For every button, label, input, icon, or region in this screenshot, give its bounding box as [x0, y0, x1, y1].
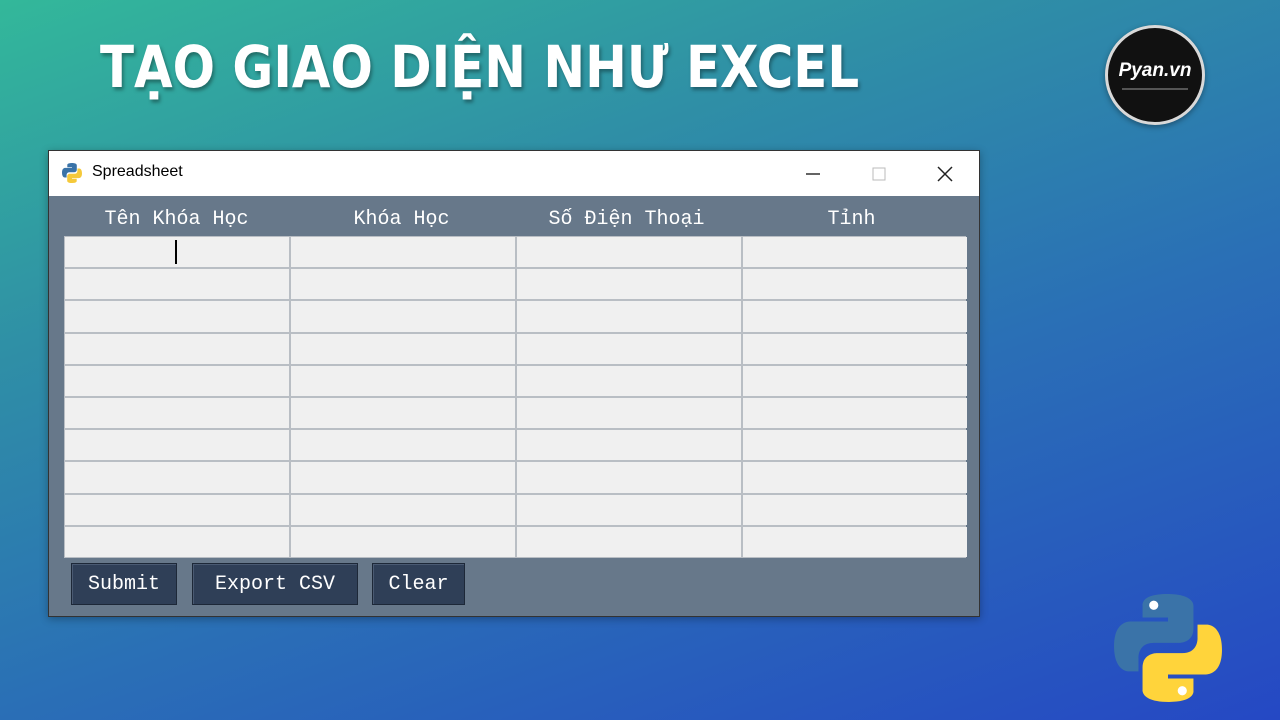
cell-r10-ten-khoa-hoc[interactable]	[65, 526, 289, 557]
spreadsheet-grid	[64, 236, 967, 558]
python-logo-icon	[1114, 594, 1222, 702]
cell-r3-ten-khoa-hoc[interactable]	[65, 301, 289, 332]
cell-r8-so-dien-thoai[interactable]	[517, 462, 741, 493]
cell-r8-khoa-hoc[interactable]	[291, 462, 515, 493]
cell-r8-tinh[interactable]	[743, 462, 967, 493]
pyan-logo: Pyan.vn	[1105, 25, 1205, 125]
cell-r4-khoa-hoc[interactable]	[291, 333, 515, 364]
export-csv-button[interactable]: Export CSV	[192, 563, 358, 605]
cell-r10-so-dien-thoai[interactable]	[517, 526, 741, 557]
cell-r10-tinh[interactable]	[743, 526, 967, 557]
cell-r2-ten-khoa-hoc[interactable]	[65, 269, 289, 300]
minimize-button[interactable]	[790, 151, 836, 196]
logo-text: Pyan.vn	[1118, 60, 1192, 81]
column-header-tinh: Tỉnh	[827, 208, 876, 231]
cell-r9-tinh[interactable]	[743, 494, 967, 525]
cell-r5-khoa-hoc[interactable]	[291, 365, 515, 396]
cell-r5-so-dien-thoai[interactable]	[517, 365, 741, 396]
cell-r7-tinh[interactable]	[743, 430, 967, 461]
maximize-button[interactable]	[856, 151, 902, 196]
column-header-khoa-hoc: Khóa Học	[353, 208, 450, 231]
cell-r6-khoa-hoc[interactable]	[291, 397, 515, 429]
cell-r7-khoa-hoc[interactable]	[291, 430, 515, 461]
cell-r2-khoa-hoc[interactable]	[291, 269, 515, 300]
cell-r3-so-dien-thoai[interactable]	[517, 301, 741, 332]
cell-r9-so-dien-thoai[interactable]	[517, 494, 741, 525]
cell-r9-ten-khoa-hoc[interactable]	[65, 494, 289, 525]
cell-r1-tinh[interactable]	[743, 237, 967, 268]
maximize-icon	[872, 167, 886, 180]
close-icon	[937, 165, 953, 182]
cell-r6-tinh[interactable]	[743, 397, 967, 429]
cell-r1-khoa-hoc[interactable]	[291, 237, 515, 268]
close-button[interactable]	[922, 151, 968, 196]
cell-r4-so-dien-thoai[interactable]	[517, 333, 741, 364]
submit-button[interactable]: Submit	[71, 563, 177, 605]
cell-r4-ten-khoa-hoc[interactable]	[65, 333, 289, 364]
window-title: Spreadsheet	[92, 163, 183, 180]
column-header-ten-khoa-hoc: Tên Khóa Học	[104, 208, 249, 231]
cell-r9-khoa-hoc[interactable]	[291, 494, 515, 525]
cell-r6-so-dien-thoai[interactable]	[517, 397, 741, 429]
window-titlebar[interactable]: Spreadsheet	[49, 151, 979, 196]
cell-r1-so-dien-thoai[interactable]	[517, 237, 741, 268]
cell-r3-tinh[interactable]	[743, 301, 967, 332]
cell-r7-ten-khoa-hoc[interactable]	[65, 430, 289, 461]
cell-r5-ten-khoa-hoc[interactable]	[65, 365, 289, 396]
cell-r6-ten-khoa-hoc[interactable]	[65, 397, 289, 429]
clear-button[interactable]: Clear	[372, 563, 465, 605]
logo-tagline-line	[1122, 88, 1188, 90]
cell-r4-tinh[interactable]	[743, 333, 967, 364]
cell-r2-so-dien-thoai[interactable]	[517, 269, 741, 300]
cell-r1-ten-khoa-hoc[interactable]	[65, 237, 289, 268]
cell-r2-tinh[interactable]	[743, 269, 967, 300]
cell-r10-khoa-hoc[interactable]	[291, 526, 515, 557]
cell-r8-ten-khoa-hoc[interactable]	[65, 462, 289, 493]
python-app-icon	[62, 163, 82, 183]
minimize-icon	[806, 172, 820, 175]
video-headline: TẠO GIAO DIỆN NHƯ EXCEL	[100, 33, 860, 101]
cell-r5-tinh[interactable]	[743, 365, 967, 396]
cell-r3-khoa-hoc[interactable]	[291, 301, 515, 332]
spreadsheet-window: Spreadsheet Tên Khóa Học Khóa Học Số Điệ…	[48, 150, 980, 617]
column-header-so-dien-thoai: Số Điện Thoại	[548, 208, 705, 231]
text-cursor	[175, 240, 177, 264]
cell-r7-so-dien-thoai[interactable]	[517, 430, 741, 461]
